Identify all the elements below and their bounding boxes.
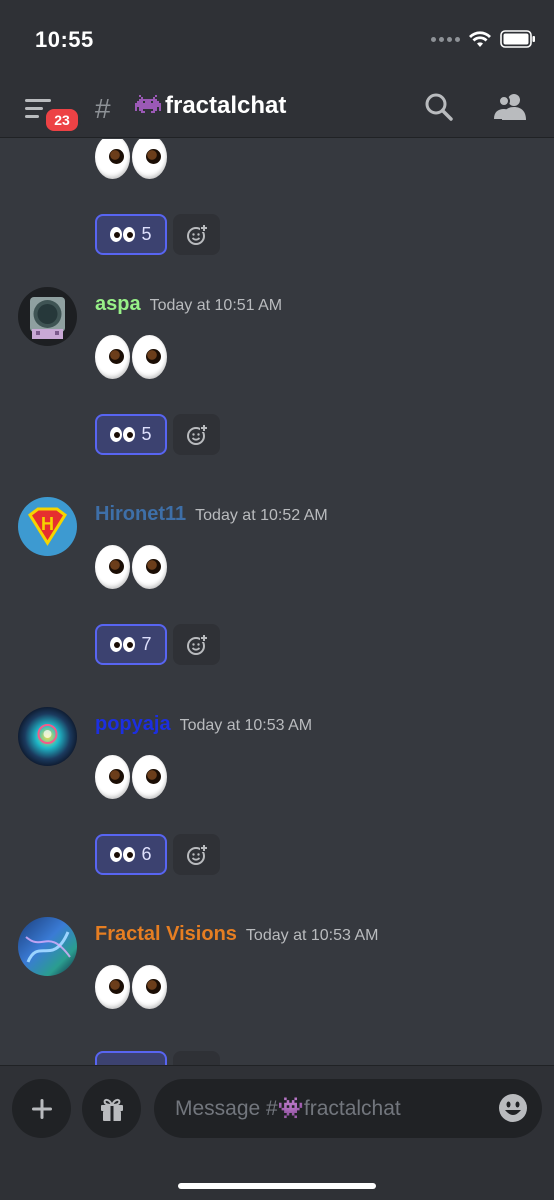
eyes-icon [110, 427, 136, 442]
status-time: 10:55 [35, 27, 94, 52]
channel-header: 23 # fractalchat [0, 80, 554, 138]
status-bar: 10:55 [0, 0, 554, 80]
add-emoji-icon [186, 633, 208, 655]
reaction-button[interactable]: 6 [95, 834, 167, 875]
avatar[interactable] [18, 287, 77, 346]
message-list[interactable]: 5 aspa Today at 10:51 AM 5 H Hironet11 T… [0, 139, 554, 1065]
eyes-emoji [95, 755, 167, 799]
add-reaction-button[interactable] [173, 834, 220, 875]
eyes-icon [110, 847, 136, 862]
search-icon[interactable] [424, 92, 454, 122]
reaction-count: 7 [141, 634, 152, 654]
timestamp: Today at 10:53 AM [179, 717, 313, 734]
eyes-emoji [95, 545, 167, 589]
gift-button[interactable] [82, 1079, 141, 1138]
eyes-emoji [95, 965, 167, 1009]
add-reaction-button[interactable] [173, 214, 220, 255]
svg-text:H: H [41, 514, 54, 534]
author-name[interactable]: Hironet11 [95, 503, 186, 526]
members-icon[interactable] [493, 92, 527, 122]
author-name[interactable]: aspa [95, 293, 141, 316]
reaction-count: 5 [141, 424, 152, 444]
reaction-button[interactable] [95, 1051, 167, 1065]
battery-icon [500, 30, 535, 48]
reaction-button[interactable]: 5 [95, 414, 167, 455]
plus-icon [31, 1098, 52, 1119]
author-name[interactable]: popyaja [95, 713, 171, 736]
avatar[interactable] [18, 917, 77, 976]
reaction-button[interactable]: 7 [95, 624, 167, 665]
add-reaction-button[interactable] [173, 1051, 220, 1065]
message-input-placeholder: Message #👾fractalchat [175, 1096, 401, 1120]
gift-icon [100, 1098, 123, 1121]
reaction-count: 5 [141, 224, 152, 244]
unread-badge: 23 [43, 106, 81, 134]
eyes-emoji [95, 335, 167, 379]
hash-icon: # [95, 93, 111, 124]
add-emoji-icon [186, 423, 208, 445]
eyes-emoji [95, 139, 167, 179]
signal-icon [431, 36, 460, 42]
message-input[interactable]: Message #👾fractalchat [154, 1079, 542, 1138]
channel-title[interactable]: fractalchat [135, 92, 286, 120]
add-reaction-button[interactable] [173, 624, 220, 665]
eyes-icon [110, 227, 136, 242]
timestamp: Today at 10:53 AM [245, 927, 379, 944]
avatar[interactable]: H [18, 497, 77, 556]
alien-monster-icon [135, 95, 161, 113]
eyes-icon [110, 637, 136, 652]
attach-button[interactable] [12, 1079, 71, 1138]
add-reaction-button[interactable] [173, 414, 220, 455]
home-indicator[interactable] [178, 1183, 376, 1189]
add-emoji-icon [186, 223, 208, 245]
emoji-picker-icon[interactable] [498, 1093, 528, 1123]
message-composer: Message #👾fractalchat [0, 1065, 554, 1200]
avatar[interactable] [18, 707, 77, 766]
status-icons [431, 30, 536, 48]
channel-name: fractalchat [165, 92, 287, 119]
author-name[interactable]: Fractal Visions [95, 923, 237, 946]
reaction-button[interactable]: 5 [95, 214, 167, 255]
menu-button[interactable]: 23 [25, 92, 81, 134]
reaction-count: 6 [141, 844, 152, 864]
add-emoji-icon [186, 843, 208, 865]
wifi-icon [469, 31, 491, 47]
timestamp: Today at 10:51 AM [149, 297, 283, 314]
timestamp: Today at 10:52 AM [195, 507, 328, 524]
